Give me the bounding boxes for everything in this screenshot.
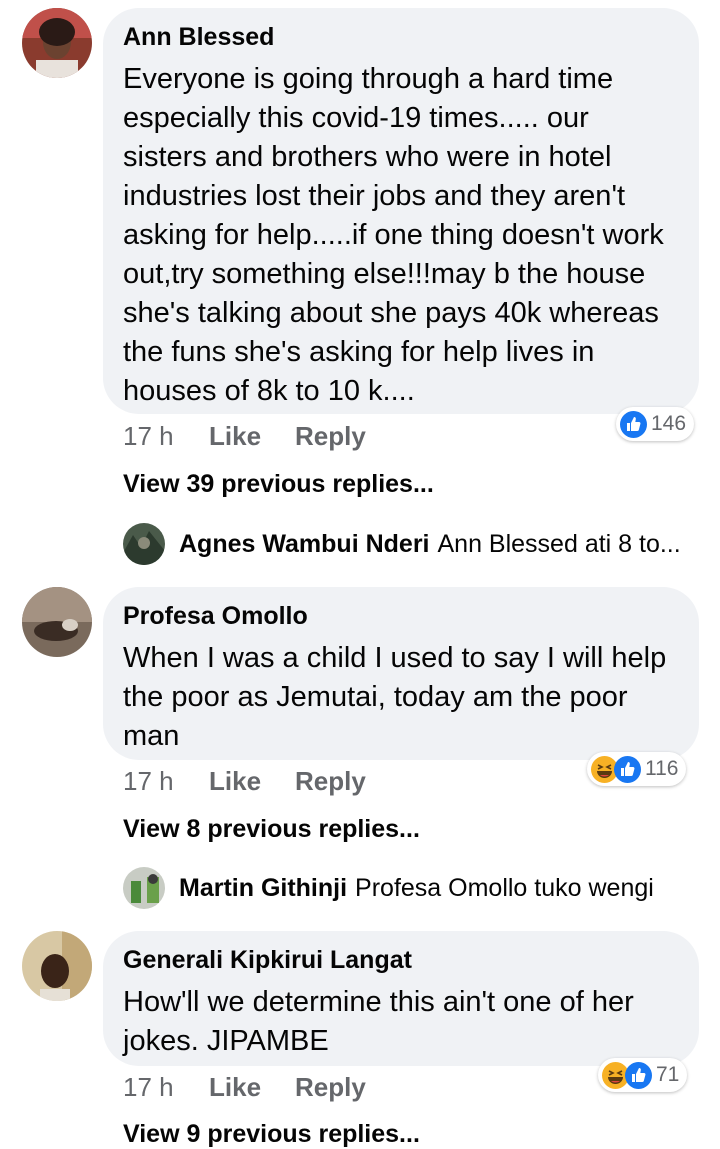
comment-time[interactable]: 17 h [123,766,209,797]
comment-actions: 17 h Like Reply [123,1072,366,1103]
comment-time[interactable]: 17 h [123,421,209,452]
comment-text: How'll we determine this ain't one of he… [123,986,634,1057]
comment-author[interactable]: Profesa Omollo [123,601,679,631]
reaction-count: 71 [656,1063,680,1086]
comment-actions: 17 h Like Reply [123,421,366,452]
avatar-generali-kipkirui-langat[interactable] [22,931,92,1001]
comment-bubble: Generali Kipkirui Langat How'll we deter… [103,931,699,1066]
view-previous-replies[interactable]: View 9 previous replies... [123,1120,420,1149]
view-previous-replies[interactable]: View 8 previous replies... [123,815,420,844]
reply-preview[interactable]: Agnes Wambui Nderi Ann Blessed ati 8 to.… [123,523,681,565]
view-previous-replies[interactable]: View 39 previous replies... [123,470,434,499]
like-icon [625,1061,652,1089]
like-icon [614,755,641,783]
reaction-count: 146 [651,412,687,435]
avatar-agnes[interactable] [123,523,165,565]
comment-bubble: Profesa Omollo When I was a child I used… [103,587,699,760]
comment-author[interactable]: Generali Kipkirui Langat [123,945,679,975]
comment-bubble: Ann Blessed Everyone is going through a … [103,8,699,414]
reaction-count: 116 [645,757,679,780]
reaction-summary[interactable]: 116 [587,752,687,786]
comment-text: Everyone is going through a hard time es… [123,63,664,407]
comment-text: When I was a child I used to say I will … [123,642,667,752]
avatar-profesa-omollo[interactable] [22,587,92,657]
like-button[interactable]: Like [209,1072,295,1103]
comment-actions: 17 h Like Reply [123,766,366,797]
reply-button[interactable]: Reply [295,421,366,452]
reaction-summary[interactable]: 71 [598,1058,688,1092]
reply-author[interactable]: Martin Githinji [179,874,347,903]
comment-time[interactable]: 17 h [123,1072,209,1103]
reply-text: Ann Blessed ati 8 to... [437,529,681,558]
like-button[interactable]: Like [209,766,295,797]
like-icon [620,410,647,438]
reply-author[interactable]: Agnes Wambui Nderi [179,530,430,559]
comment-author[interactable]: Ann Blessed [123,22,679,52]
reply-preview[interactable]: Martin Githinji Profesa Omollo tuko weng… [123,867,654,909]
reply-button[interactable]: Reply [295,1072,366,1103]
avatar-martin[interactable] [123,867,165,909]
reply-text: Profesa Omollo tuko wengi [355,873,654,902]
reaction-summary[interactable]: 146 [616,407,695,441]
reply-button[interactable]: Reply [295,766,366,797]
avatar-ann-blessed[interactable] [22,8,92,78]
like-button[interactable]: Like [209,421,295,452]
